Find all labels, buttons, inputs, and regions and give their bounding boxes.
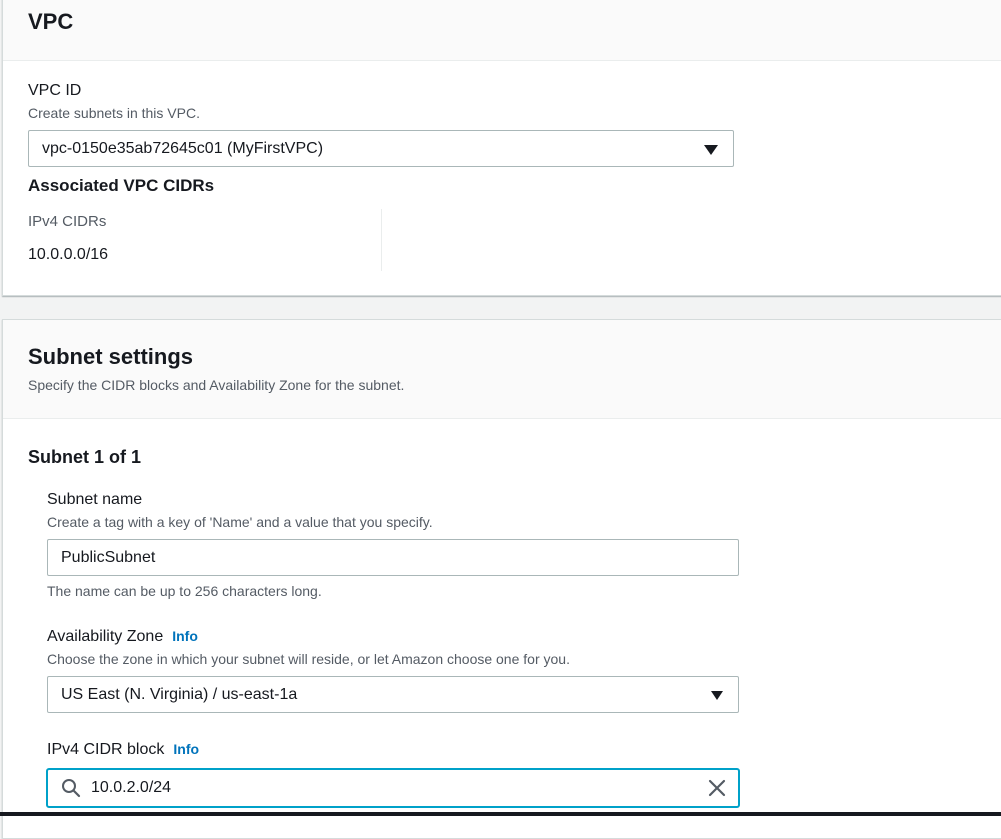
subnet-name-constraint: The name can be up to 256 characters lon…: [47, 583, 322, 599]
subnet-settings-title: Subnet settings: [28, 344, 194, 369]
search-icon: [60, 777, 82, 799]
vpc-panel: VPC VPC ID Create subnets in this VPC. v…: [2, 0, 1001, 296]
availability-zone-label-row: Availability Zone Info: [47, 628, 198, 646]
subnet-settings-panel: Subnet settings Specify the CIDR blocks …: [2, 319, 1001, 839]
subnet-settings-description: Specify the CIDR blocks and Availability…: [28, 377, 405, 393]
ipv4-cidr-block-label: IPv4 CIDR block: [47, 741, 165, 758]
ipv4-cidr-block-input[interactable]: 10.0.2.0/24: [46, 768, 740, 808]
subnet-settings-header: Subnet settings Specify the CIDR blocks …: [3, 320, 1001, 419]
ipv4-cidrs-label: IPv4 CIDRs: [28, 213, 107, 230]
ipv4-cidr-block-info-link[interactable]: Info: [173, 741, 199, 757]
close-icon[interactable]: [708, 779, 726, 797]
caret-down-icon: [704, 145, 718, 155]
column-divider: [381, 209, 382, 271]
ipv4-cidr-block-label-row: IPv4 CIDR block Info: [47, 741, 199, 759]
availability-zone-select[interactable]: US East (N. Virginia) / us-east-1a: [47, 676, 739, 713]
availability-zone-label: Availability Zone: [47, 628, 164, 645]
availability-zone-info-link[interactable]: Info: [172, 628, 198, 644]
ipv4-cidr-block-input-value: 10.0.2.0/24: [91, 779, 172, 796]
bottom-edge-bar: [0, 812, 1001, 816]
vpc-id-select[interactable]: vpc-0150e35ab72645c01 (MyFirstVPC): [28, 130, 734, 167]
caret-down-icon: [711, 691, 723, 700]
subnet-name-label: Subnet name: [47, 491, 143, 508]
vpc-panel-title: VPC: [28, 9, 74, 34]
subnet-counter-heading: Subnet 1 of 1: [28, 447, 142, 467]
subnet-name-description: Create a tag with a key of 'Name' and a …: [47, 514, 433, 530]
associated-cidrs-heading: Associated VPC CIDRs: [28, 176, 215, 195]
vpc-id-label: VPC ID: [28, 82, 82, 99]
availability-zone-description: Choose the zone in which your subnet wil…: [47, 651, 570, 667]
vpc-id-select-value: vpc-0150e35ab72645c01 (MyFirstVPC): [42, 139, 324, 157]
availability-zone-select-value: US East (N. Virginia) / us-east-1a: [61, 685, 298, 703]
vpc-panel-header: VPC: [3, 0, 1001, 61]
subnet-name-input[interactable]: PublicSubnet: [47, 539, 739, 576]
ipv4-cidrs-value: 10.0.0.0/16: [28, 246, 109, 263]
subnet-name-input-value: PublicSubnet: [61, 548, 156, 566]
vpc-id-description: Create subnets in this VPC.: [28, 105, 200, 121]
